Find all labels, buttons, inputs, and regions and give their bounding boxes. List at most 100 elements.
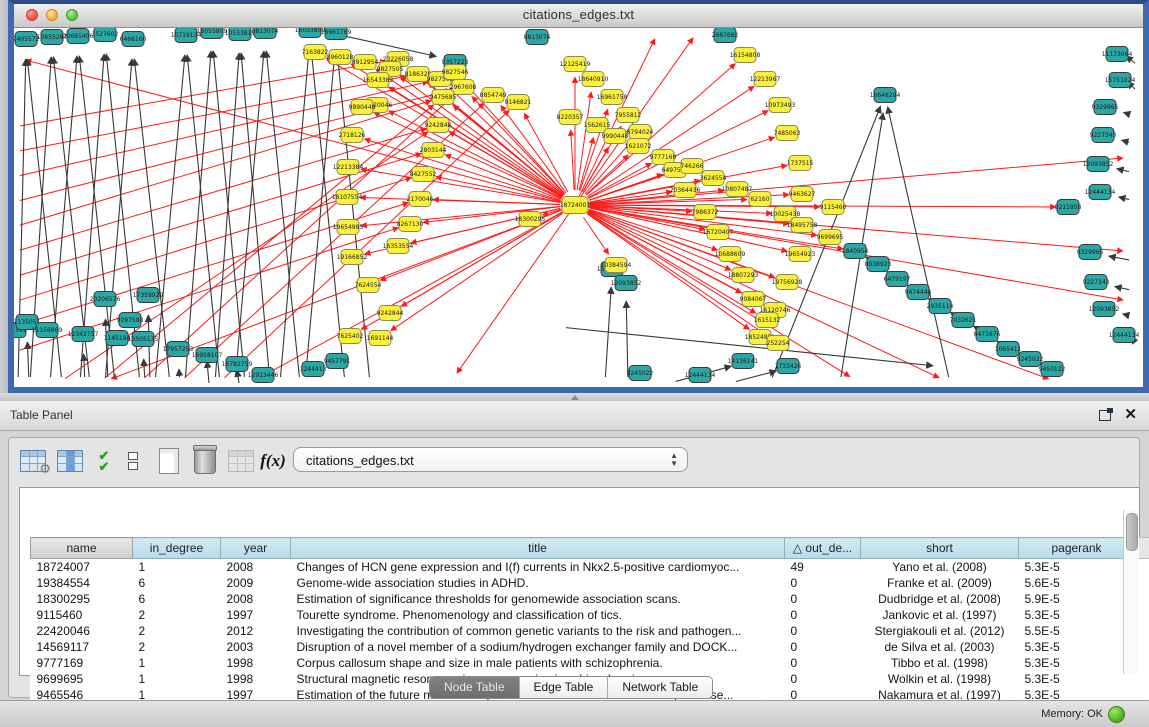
column-header-title[interactable]: title [291,538,785,559]
edge[interactable] [179,369,180,377]
column-header-name[interactable]: name [31,538,133,559]
show-columns-button[interactable] [54,445,86,477]
scrollbar-thumb[interactable] [1126,513,1138,551]
node-label: 2405572 [14,36,40,43]
selected-edge[interactable] [374,112,562,198]
cell-title: Tourette syndrome. Phenomenology and cla… [291,607,785,623]
node-label: 9827546 [442,69,469,76]
cell-name: 9115460 [31,607,133,623]
new-column-button[interactable] [153,445,185,477]
edge[interactable] [736,371,777,381]
cell-title: Corpus callosum shape and size in male p… [291,655,785,671]
column-header-pagerank[interactable]: pagerank [1019,538,1135,559]
column-header-short[interactable]: short [861,538,1019,559]
float-panel-icon[interactable] [1099,408,1113,421]
cell-title: Investigating the contribution of common… [291,623,785,639]
tab-node-table[interactable]: Node Table [430,677,519,698]
cell-pagerank: 5.3E-5 [1019,639,1135,655]
edge[interactable] [134,59,169,377]
table-header-row: namein_degreeyeartitle△ out_de...shortpa… [31,538,1149,559]
table-row[interactable]: 911546021997Tourette syndrome. Phenomeno… [31,607,1149,623]
table-row[interactable]: 1456911722003Disruption of a novel membe… [31,639,1149,655]
selected-edge[interactable] [261,208,570,377]
selected-edge[interactable] [144,95,454,378]
node-label: 12093852 [611,280,642,287]
node-label: 12125419 [560,61,591,68]
table-row[interactable]: 2242004622012Investigating the contribut… [31,623,1149,639]
edge[interactable] [207,361,209,383]
delete-table-button[interactable] [225,445,257,477]
cell-title: Disruption of a novel member of a sodium… [291,639,785,655]
node-label: 12213384 [333,164,364,171]
node-label: 16961758 [597,94,628,101]
edge[interactable] [311,50,344,377]
select-all-button[interactable]: ✔✔ [92,445,116,477]
edge[interactable] [144,359,145,377]
edge[interactable] [156,55,185,377]
table-row[interactable]: 1830029562008Estimation of significance … [31,591,1149,607]
node-label: 16154808 [730,52,761,59]
tab-network-table[interactable]: Network Table [607,677,712,698]
close-panel-icon[interactable]: ✕ [1124,405,1137,423]
edge[interactable] [306,52,335,377]
node-label: 13505135 [128,336,159,343]
citation-network-graph[interactable]: 2405572106552872069140615276026466160107… [14,28,1139,387]
node-label: 7163822 [302,49,329,56]
node-label: 16958107 [192,352,223,359]
window-titlebar[interactable]: citations_edges.txt [14,4,1143,28]
edge[interactable] [84,354,85,377]
cell-in_degree: 1 [133,671,221,687]
column-header-year[interactable]: year [221,538,291,559]
node-label: 9245022 [627,370,654,377]
edge[interactable] [626,301,628,377]
cell-out_de: 0 [785,623,861,639]
edge[interactable] [1109,256,1129,260]
node-label: 19654923 [785,251,816,258]
network-canvas[interactable]: 2405572106552872069140615276026466160107… [14,28,1139,387]
selected-edge[interactable] [433,200,560,205]
cell-year: 2003 [221,639,291,655]
node-label: 15751024 [1105,77,1136,84]
node-label: 18640910 [578,76,609,83]
edge[interactable] [1117,169,1129,172]
edge[interactable] [1123,314,1130,316]
edge[interactable] [1123,112,1129,114]
cell-pagerank: 5.3E-5 [1019,607,1135,623]
memory-status-label: Memory: OK [1041,708,1103,720]
fx-icon: f(x) [260,451,285,471]
selected-edge[interactable] [457,210,572,373]
edge[interactable] [1119,197,1130,200]
delete-column-button[interactable] [189,445,221,477]
selected-edge[interactable] [571,130,574,190]
node-label: 18300295 [515,216,546,223]
split-pane-divider[interactable] [0,393,1149,401]
selected-edge[interactable] [20,128,427,250]
cell-year: 2008 [221,591,291,607]
node-label: 1691144 [367,335,394,342]
edge[interactable] [1122,140,1130,142]
column-header-out_de[interactable]: △ out_de... [785,538,861,559]
selected-edge[interactable] [524,113,567,192]
table-mode-settings-button[interactable]: ⚙ [17,445,49,477]
clear-selection-button[interactable] [123,445,143,477]
edge[interactable] [888,107,949,377]
edge[interactable] [1115,287,1129,290]
column-header-in_degree[interactable]: in_degree [133,538,221,559]
function-builder-button[interactable]: f(x) [257,445,289,477]
table-select-dropdown[interactable]: citations_edges.txt ▲▼ [293,447,688,472]
table-row[interactable]: 1872400712008Changes of HCN gene express… [31,559,1149,576]
node-label: 19756928 [772,279,803,286]
node-label: 9450122 [1039,366,1066,373]
vertical-scrollbar[interactable] [1123,510,1139,674]
status-bar: Memory: OK [0,700,1149,727]
selected-edge[interactable] [20,100,432,225]
edge[interactable] [236,51,264,377]
table-row[interactable]: 1938455462009Genome-wide association stu… [31,575,1149,591]
selected-edge[interactable] [453,105,563,195]
tab-edge-table[interactable]: Edge Table [519,677,608,698]
cell-short: Dudbridge et al. (2008) [861,591,1019,607]
table-row[interactable]: 977716911998Corpus callosum shape and si… [31,655,1149,671]
divider-handle-icon[interactable] [571,395,579,400]
node-label: 7624554 [355,282,382,289]
node-label: 8220357 [557,114,584,121]
